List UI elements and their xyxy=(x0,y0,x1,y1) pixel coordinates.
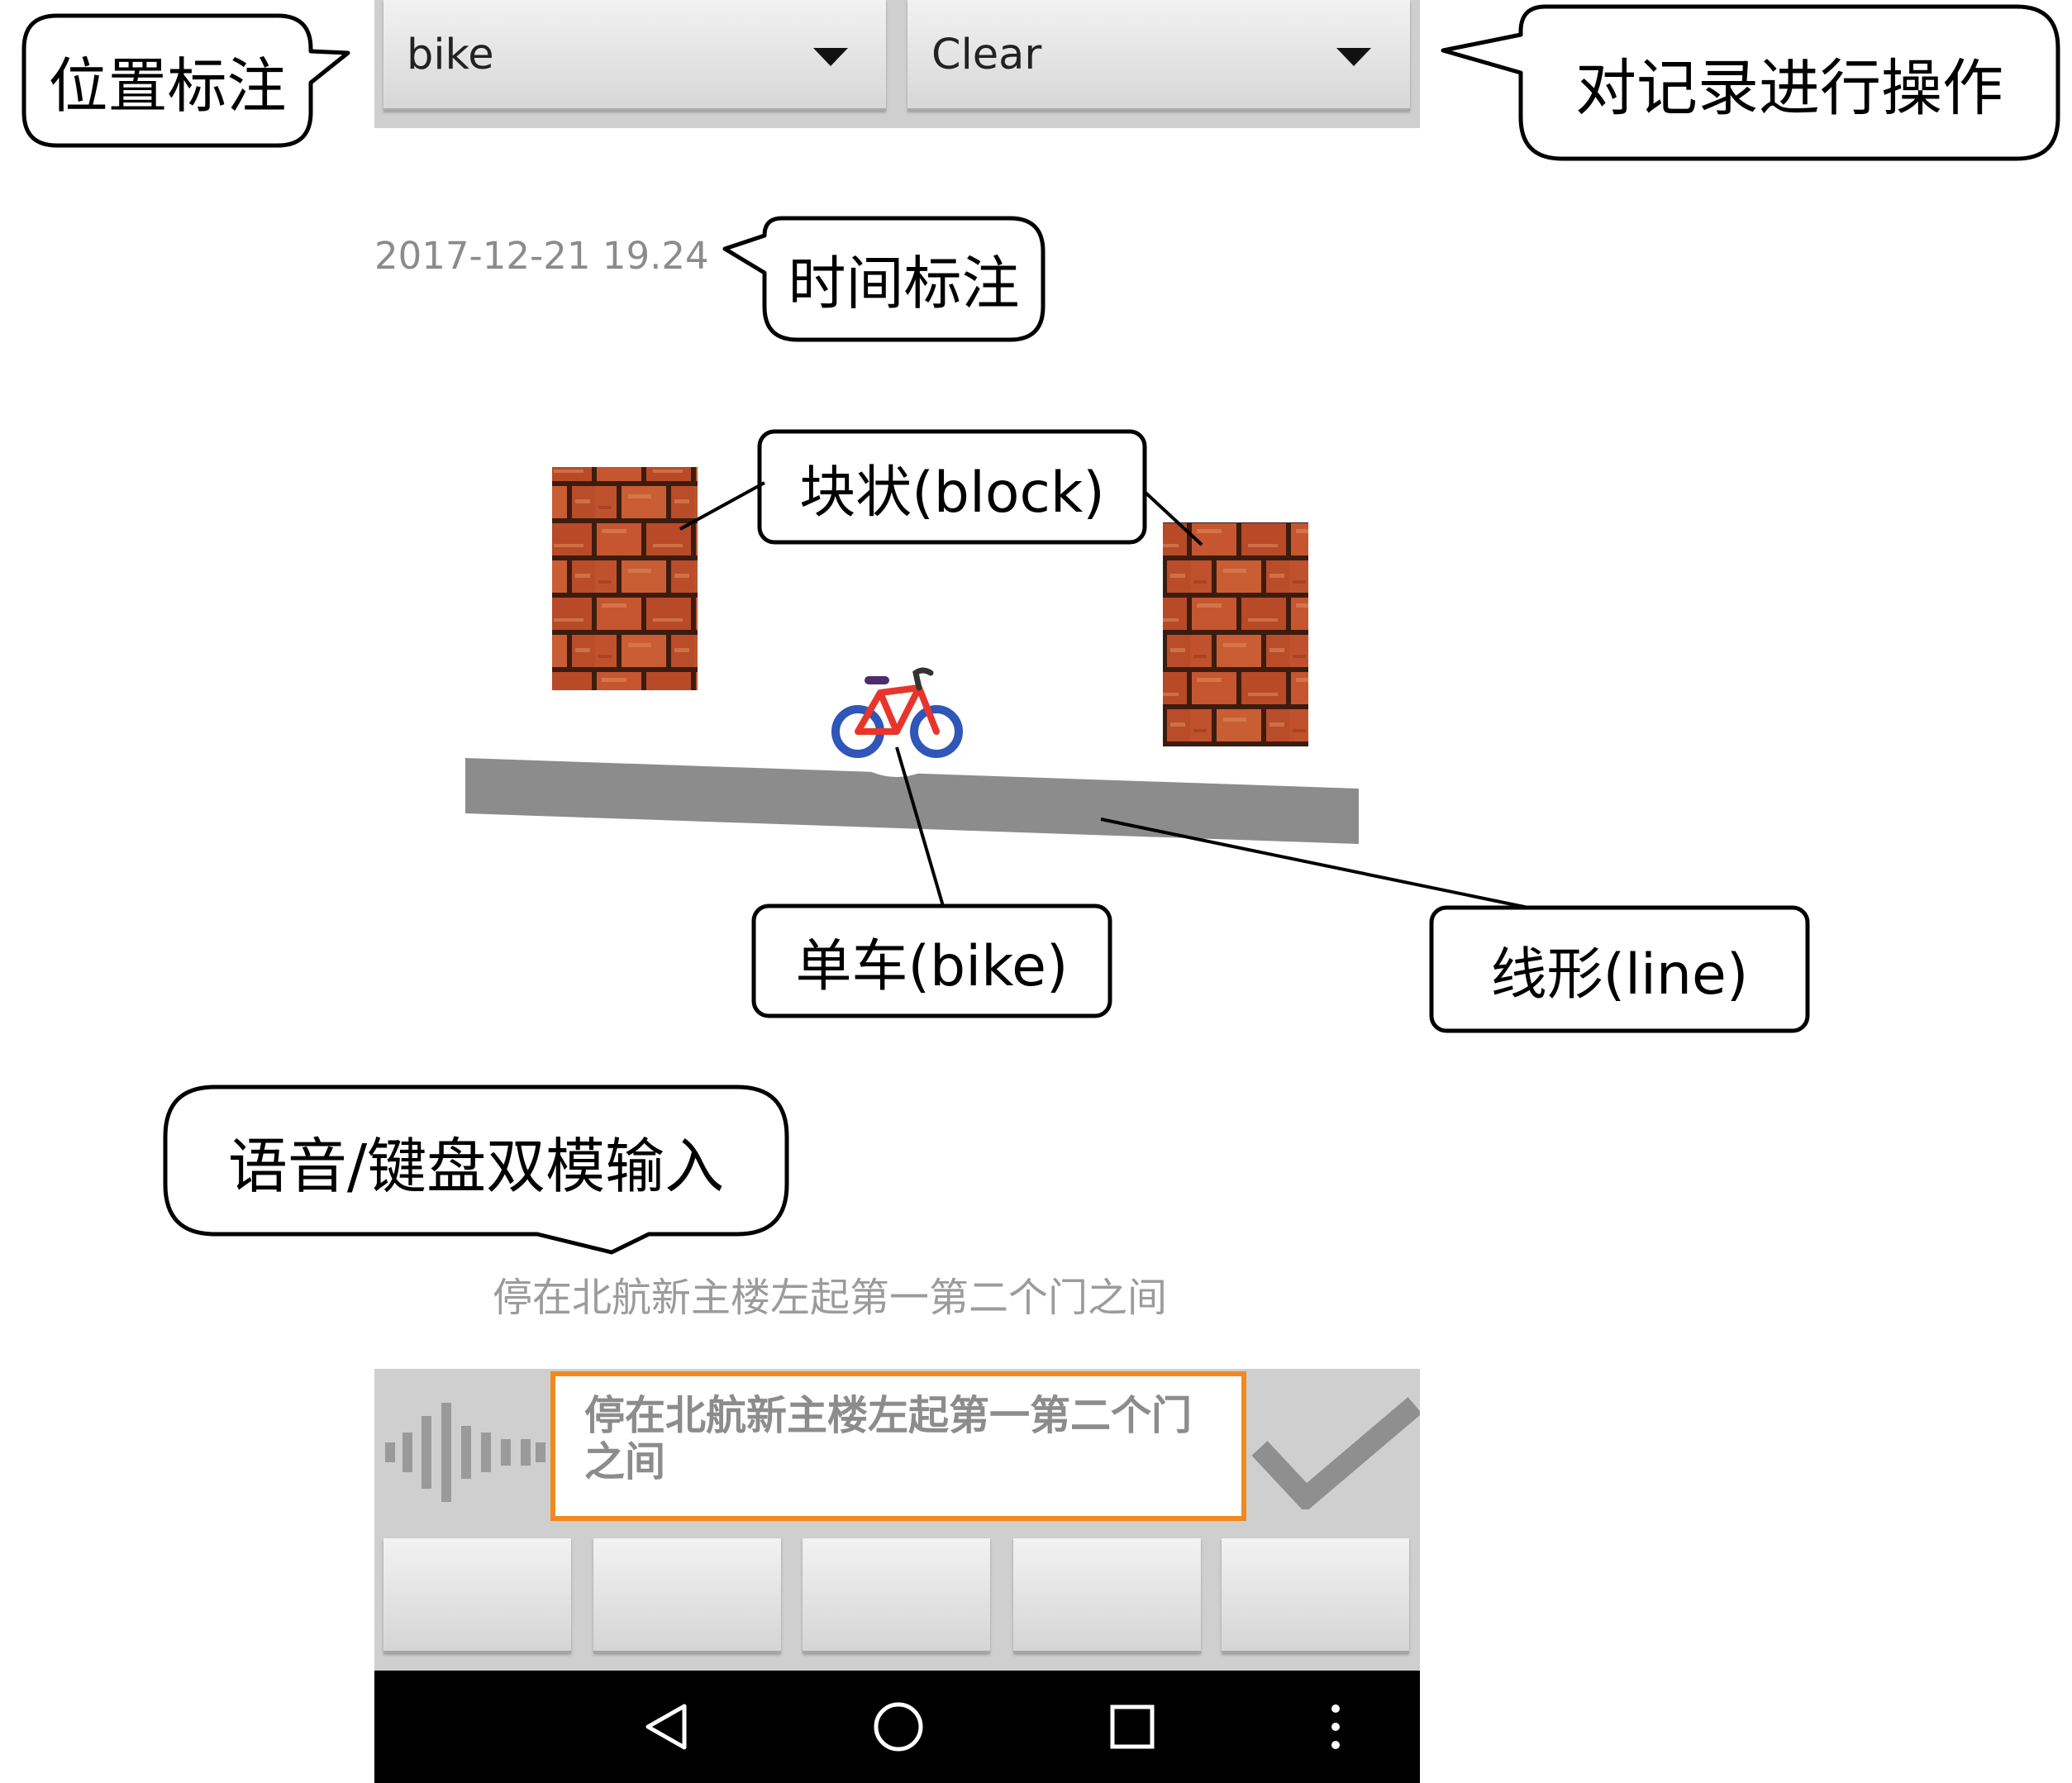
record-note-text: 停在北航新主楼左起第一第二个门之间 xyxy=(493,1275,1168,1321)
bike-label-text: 单车(bike) xyxy=(795,934,1069,999)
brick-block-marker-right[interactable] xyxy=(1163,522,1308,746)
line-label-text: 线形(line) xyxy=(1490,942,1749,1008)
record-timestamp: 2017-12-21 19.24 xyxy=(374,234,709,278)
input-callout-text: 语音/键盘双模输入 xyxy=(227,1131,725,1201)
location-callout-text: 位置标注 xyxy=(48,51,287,121)
operation-callout-text: 对记录进行操作 xyxy=(1575,52,2003,124)
bicycle-icon[interactable] xyxy=(831,648,963,777)
block-label-text: 块状(block) xyxy=(799,460,1105,526)
brick-block-marker-left[interactable] xyxy=(552,467,698,690)
time-callout-text: 时间标注 xyxy=(788,250,1020,317)
